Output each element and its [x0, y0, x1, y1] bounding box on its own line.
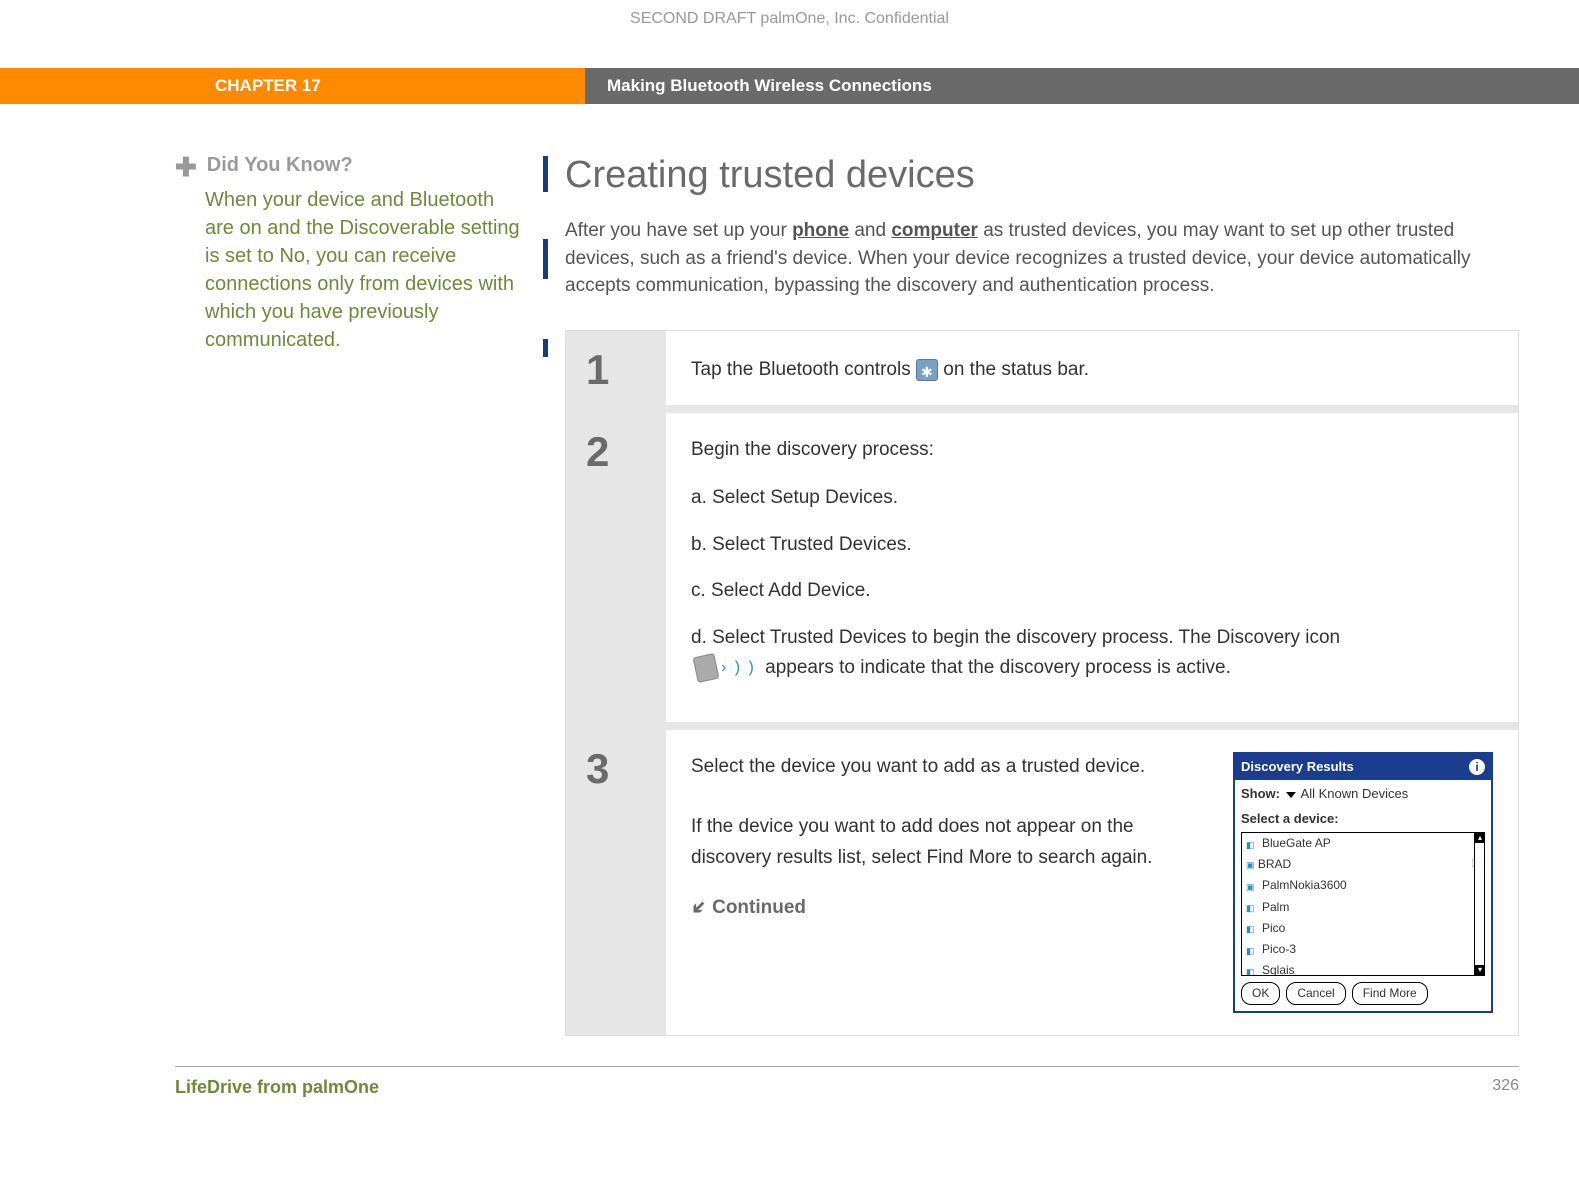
step3-p1: Select the device you want to add as a t… — [691, 752, 1203, 782]
step-2: 2 Begin the discovery process: a. Select… — [566, 413, 1518, 722]
scrollbar: ▴ ▾ — [1474, 833, 1484, 975]
device-icon: ◧ — [1246, 901, 1258, 913]
scroll-up-icon: ▴ — [1475, 833, 1485, 843]
intro-text: After you have set up your — [565, 220, 792, 241]
continued-arrow-icon: ➔ — [683, 892, 714, 923]
step-content: Begin the discovery process: a. Select S… — [666, 413, 1518, 722]
revision-bar-icon — [543, 339, 548, 357]
select-device-label: Select a device: — [1241, 809, 1485, 830]
chapter-title: Making Bluetooth Wireless Connections — [585, 68, 1579, 104]
device-icon: ▣ — [1246, 860, 1255, 870]
step-number: 1 — [586, 346, 609, 393]
step-1: 1 Tap the Bluetooth controls on the stat… — [566, 331, 1518, 405]
step-number: 3 — [586, 745, 609, 792]
page-title: Creating trusted devices — [565, 154, 1519, 197]
discovery-results-screenshot: Discovery Results i Show: All Known Devi… — [1233, 752, 1493, 1014]
substep-d: d. Select Trusted Devices to begin the d… — [691, 623, 1493, 684]
device-icon: ◧ — [1246, 965, 1258, 976]
sidebar: ✚ Did You Know? When your device and Blu… — [175, 154, 565, 1036]
step3-p2: If the device you want to add does not a… — [691, 812, 1203, 873]
device-list: ◧ BlueGate AP ▣ BRAD⚿ ▣ PalmNokia3600 ◧ Pal… — [1241, 832, 1485, 976]
step-text: Tap the Bluetooth controls — [691, 359, 916, 380]
device-icon: ◧ — [1246, 838, 1258, 850]
substep-b: b. Select Trusted Devices. — [691, 530, 1493, 560]
find-more-button: Find More — [1352, 982, 1428, 1005]
device-name: Sglais — [1262, 961, 1295, 976]
plus-icon: ✚ — [175, 154, 197, 180]
device-icon: ▣ — [1246, 880, 1258, 892]
list-item: ▣ PalmNokia3600 — [1242, 875, 1484, 896]
list-item: ◧ BlueGate AP — [1242, 833, 1484, 854]
list-item: ◧ Sglais — [1242, 960, 1484, 976]
chapter-bar: CHAPTER 17 Making Bluetooth Wireless Con… — [0, 68, 1579, 104]
list-item: ◧ Pico-3 — [1242, 939, 1484, 960]
revision-bar-icon — [543, 239, 548, 279]
computer-link[interactable]: computer — [891, 220, 978, 241]
chapter-label: CHAPTER 17 — [215, 68, 585, 104]
ok-button: OK — [1241, 982, 1280, 1005]
page-number: 326 — [1492, 1077, 1519, 1098]
phone-link[interactable]: phone — [792, 220, 849, 241]
list-item: ◧ Palm — [1242, 897, 1484, 918]
header-confidential: SECOND DRAFT palmOne, Inc. Confidential — [0, 0, 1579, 68]
step-3: 3 Select the device you want to add as a… — [566, 730, 1518, 1036]
device-name: Palm — [1262, 898, 1289, 917]
dyk-title: Did You Know? — [207, 154, 353, 177]
device-name: BlueGate AP — [1262, 834, 1331, 853]
footer: LifeDrive from palmOne 326 — [175, 1066, 1519, 1098]
screenshot-title: Discovery Results — [1241, 757, 1354, 778]
footer-product: LifeDrive from palmOne — [175, 1077, 379, 1098]
device-icon: ◧ — [1246, 944, 1258, 956]
steps-container: 1 Tap the Bluetooth controls on the stat… — [565, 330, 1519, 1037]
continued-label: ➔Continued — [691, 893, 1203, 923]
device-name: PalmNokia3600 — [1262, 876, 1347, 895]
discovery-icon: › ) ) — [695, 653, 756, 683]
intro-text: and — [849, 220, 891, 241]
device-name: BRAD — [1258, 857, 1291, 871]
step-number: 2 — [586, 428, 609, 475]
continued-text: Continued — [712, 897, 806, 918]
dyk-body: When your device and Bluetooth are on an… — [205, 186, 525, 354]
did-you-know-box: ✚ Did You Know? When your device and Blu… — [175, 154, 525, 354]
intro-paragraph: After you have set up your phone and com… — [565, 217, 1519, 300]
step-content: Tap the Bluetooth controls on the status… — [666, 331, 1518, 405]
substep-text: d. Select Trusted Devices to begin the d… — [691, 627, 1340, 648]
info-icon: i — [1469, 759, 1485, 775]
substep-text: appears to indicate that the discovery p… — [765, 657, 1231, 678]
substep-c: c. Select Add Device. — [691, 576, 1493, 606]
device-icon: ◧ — [1246, 922, 1258, 934]
step-lead: Begin the discovery process: — [691, 435, 1493, 465]
substep-a: a. Select Setup Devices. — [691, 483, 1493, 513]
step-content: Select the device you want to add as a t… — [666, 730, 1518, 1036]
revision-bar-icon — [543, 156, 548, 192]
list-item: ◧ Pico — [1242, 918, 1484, 939]
device-name: Pico-3 — [1262, 940, 1296, 959]
list-item: ▣ BRAD⚿ — [1242, 854, 1484, 875]
scroll-down-icon: ▾ — [1475, 965, 1485, 975]
bluetooth-icon — [916, 359, 938, 381]
show-label: Show: — [1241, 786, 1280, 801]
show-value: All Known Devices — [1301, 786, 1409, 801]
main-content: Creating trusted devices After you have … — [565, 154, 1519, 1036]
device-name: Pico — [1262, 919, 1285, 938]
cancel-button: Cancel — [1286, 982, 1345, 1005]
dropdown-arrow-icon — [1286, 792, 1296, 798]
show-row: Show: All Known Devices — [1241, 784, 1485, 805]
step-text: on the status bar. — [943, 359, 1089, 380]
